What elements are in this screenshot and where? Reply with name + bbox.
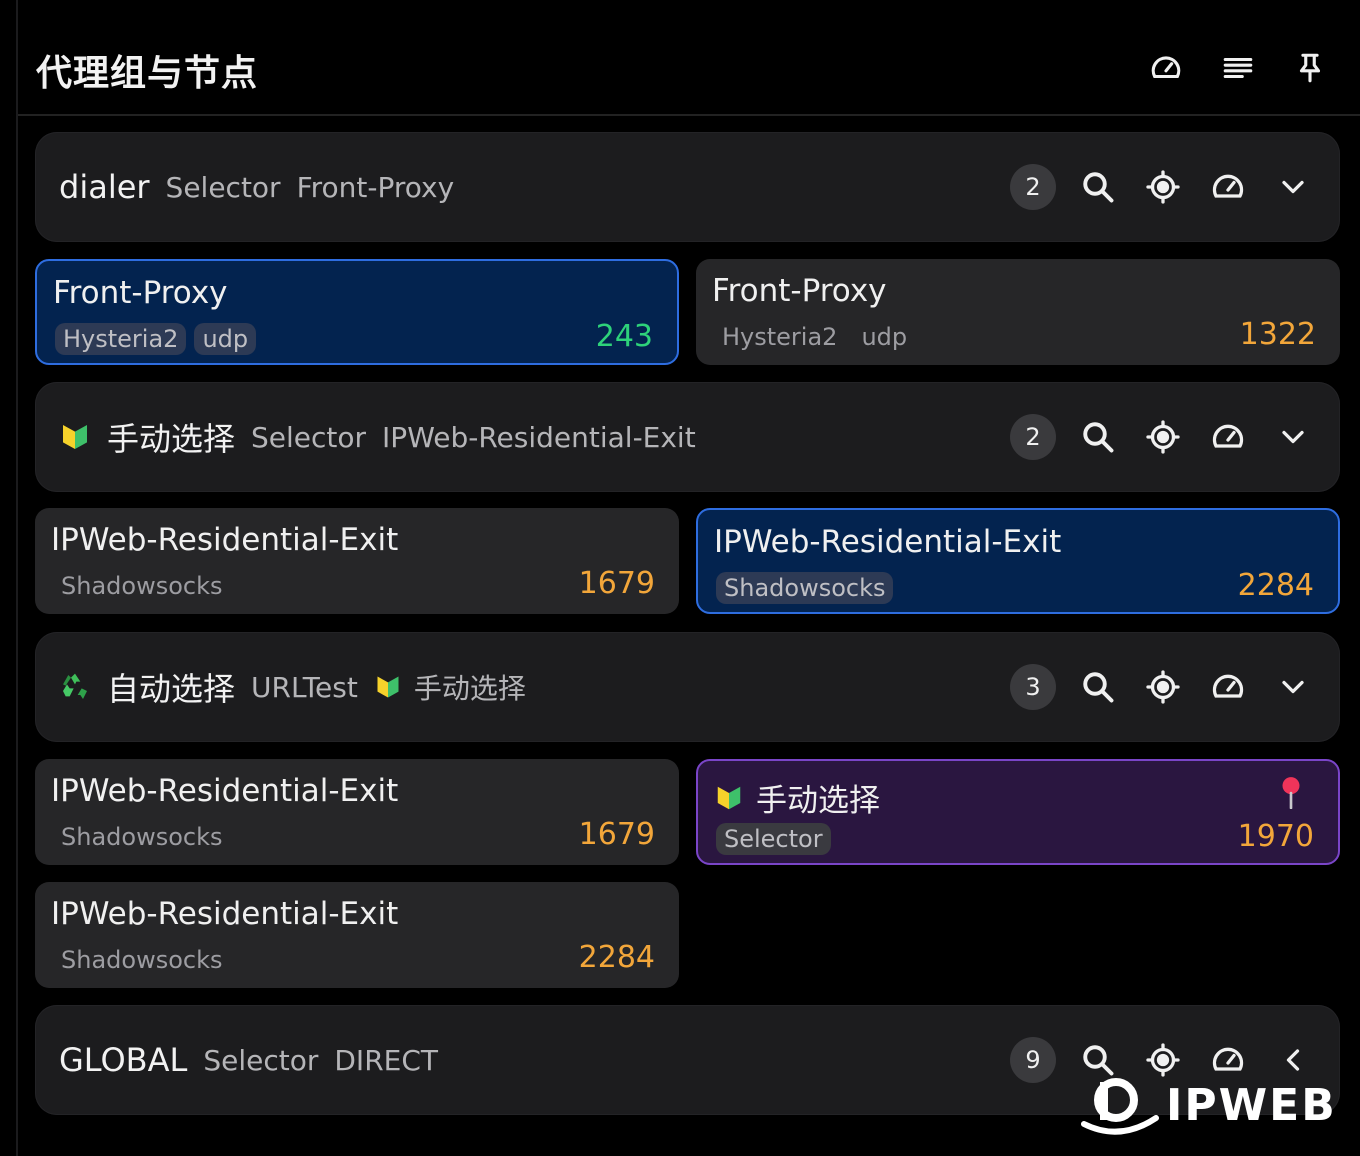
protocol-tag: Shadowsocks xyxy=(61,823,223,851)
latency-value: 2284 xyxy=(578,940,655,975)
speedometer-icon[interactable] xyxy=(1205,414,1251,460)
node-name: IPWeb-Residential-Exit xyxy=(51,522,399,558)
group-name: 自动选择 xyxy=(107,670,236,708)
search-icon[interactable] xyxy=(1075,414,1121,460)
watermark-text: IPWEB xyxy=(1166,1079,1337,1131)
protocol-tag: Hysteria2 xyxy=(55,323,187,355)
proxy-node-card[interactable]: IPWeb-Residential-Exit Shadowsocks 1679 xyxy=(35,759,679,865)
protocol-tag: Hysteria2 xyxy=(722,323,838,351)
proxy-group-dialer[interactable]: dialer Selector Front-Proxy 2 xyxy=(35,132,1340,242)
node-count-badge: 9 xyxy=(1010,1037,1056,1083)
node-count-badge: 3 xyxy=(1010,664,1056,710)
group-name: 手动选择 xyxy=(107,420,236,458)
chevron-down-icon[interactable] xyxy=(1270,164,1316,210)
protocol-tag: Shadowsocks xyxy=(61,946,223,974)
pin-icon[interactable] xyxy=(1292,50,1328,86)
page-header: 代理组与节点 xyxy=(18,0,1360,116)
proxy-group-manual-select[interactable]: 手动选择 Selector IPWeb-Residential-Exit 2 xyxy=(35,382,1340,492)
latency-value: 1322 xyxy=(1239,317,1316,352)
latency-value: 1970 xyxy=(1237,819,1314,854)
transport-tag: udp xyxy=(861,323,908,351)
locate-icon[interactable] xyxy=(1140,414,1186,460)
speedometer-icon[interactable] xyxy=(1148,50,1184,86)
group-type: Selector xyxy=(203,1043,319,1077)
pushpin-icon[interactable] xyxy=(1278,775,1304,809)
node-name: Front-Proxy xyxy=(712,273,887,309)
group-current-node: Front-Proxy xyxy=(296,170,455,204)
left-rail xyxy=(16,0,18,1156)
group-current-node: IPWeb-Residential-Exit xyxy=(382,420,696,454)
type-tag: Selector xyxy=(716,823,831,855)
latency-value: 1679 xyxy=(578,817,655,852)
transport-tag: udp xyxy=(194,323,257,355)
beginner-badge-icon xyxy=(717,786,741,809)
node-name: 手动选择 xyxy=(756,783,880,819)
node-count-badge: 2 xyxy=(1010,414,1056,460)
proxy-group-auto-select[interactable]: 自动选择 URLTest 手动选择 3 xyxy=(35,632,1340,742)
chevron-down-icon[interactable] xyxy=(1270,414,1316,460)
locate-icon[interactable] xyxy=(1140,164,1186,210)
protocol-tag: Shadowsocks xyxy=(716,572,894,604)
sort-lines-icon[interactable] xyxy=(1220,50,1256,86)
latency-value: 2284 xyxy=(1237,568,1314,603)
speedometer-icon[interactable] xyxy=(1205,164,1251,210)
ipweb-logo-icon xyxy=(1081,1078,1159,1135)
beginner-badge-icon xyxy=(377,676,399,698)
group-name: dialer xyxy=(59,168,150,206)
page-title: 代理组与节点 xyxy=(36,53,259,94)
group-type: Selector xyxy=(251,420,367,454)
group-current-node: 手动选择 xyxy=(413,672,526,705)
ipweb-watermark: IPWEB xyxy=(1080,1070,1337,1140)
chevron-down-icon[interactable] xyxy=(1270,664,1316,710)
proxy-node-card[interactable]: Front-Proxy Hysteria2 udp 243 xyxy=(35,259,679,365)
beginner-badge-icon xyxy=(63,425,87,449)
latency-value: 243 xyxy=(595,319,653,354)
protocol-tag: Shadowsocks xyxy=(61,572,223,600)
node-count-badge: 2 xyxy=(1010,164,1056,210)
search-icon[interactable] xyxy=(1075,164,1121,210)
node-name: Front-Proxy xyxy=(53,275,228,311)
group-type: Selector xyxy=(165,170,281,204)
recycle-icon xyxy=(63,673,87,699)
proxy-node-card[interactable]: IPWeb-Residential-Exit Shadowsocks 2284 xyxy=(696,508,1340,614)
node-name: IPWeb-Residential-Exit xyxy=(51,773,399,809)
speedometer-icon[interactable] xyxy=(1205,664,1251,710)
proxy-node-card-pinned[interactable]: 手动选择 Selector 1970 xyxy=(696,759,1340,865)
latency-value: 1679 xyxy=(578,566,655,601)
node-name: IPWeb-Residential-Exit xyxy=(714,524,1062,560)
search-icon[interactable] xyxy=(1075,664,1121,710)
group-current-node: DIRECT xyxy=(334,1043,438,1077)
proxy-node-card[interactable]: IPWeb-Residential-Exit Shadowsocks 1679 xyxy=(35,508,679,614)
locate-icon[interactable] xyxy=(1140,664,1186,710)
proxy-node-card[interactable]: Front-Proxy Hysteria2 udp 1322 xyxy=(696,259,1340,365)
group-type: URLTest xyxy=(251,670,358,704)
proxy-node-card[interactable]: IPWeb-Residential-Exit Shadowsocks 2284 xyxy=(35,882,679,988)
node-name: IPWeb-Residential-Exit xyxy=(51,896,399,932)
group-name: GLOBAL xyxy=(59,1041,188,1079)
